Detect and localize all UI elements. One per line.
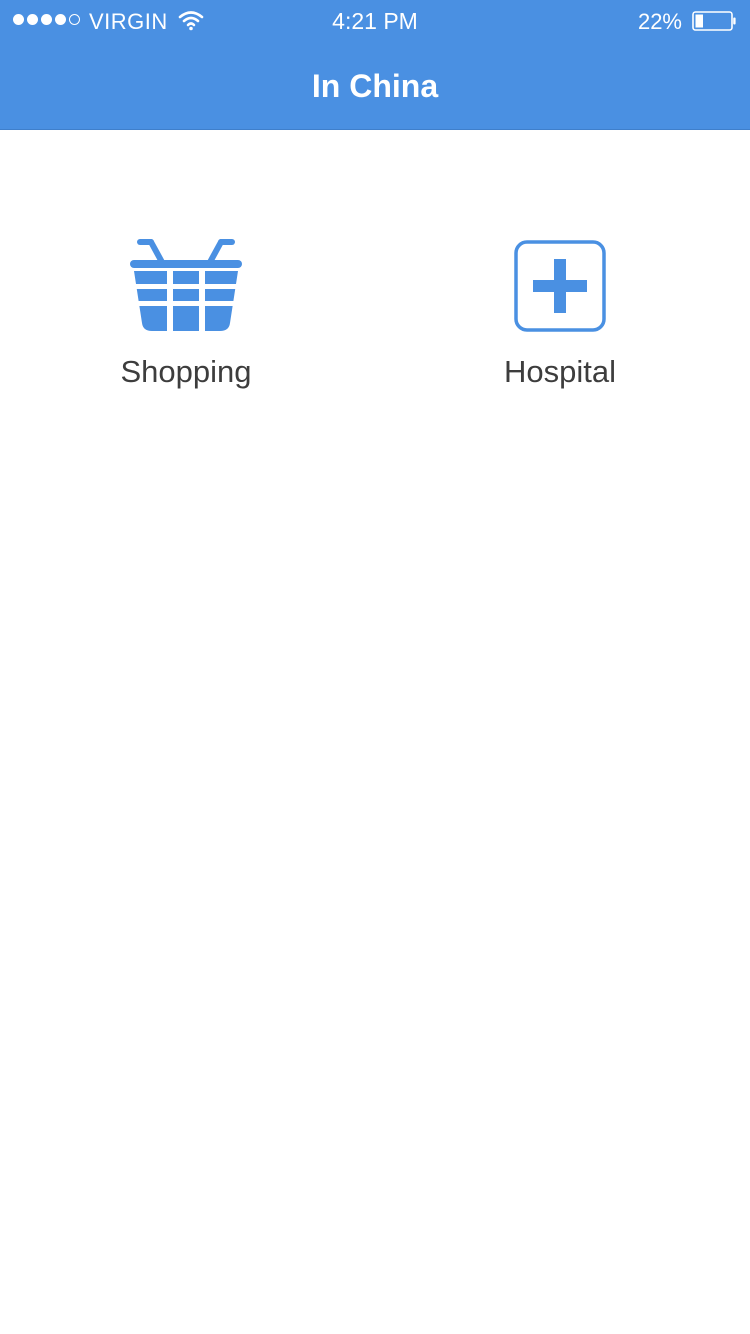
battery-icon: [692, 11, 736, 31]
navigation-header: VIRGIN 4:21 PM 22% In China: [0, 0, 750, 130]
shopping-label: Shopping: [120, 354, 252, 389]
hospital-menu-item[interactable]: Hospital: [430, 232, 690, 402]
shopping-menu-item[interactable]: Shopping: [56, 232, 316, 402]
status-bar: VIRGIN 4:21 PM 22%: [0, 0, 750, 40]
hospital-label: Hospital: [504, 354, 616, 389]
medical-cross-icon: [514, 240, 606, 332]
battery-percentage: 22%: [637, 9, 682, 34]
basket-icon: [130, 239, 242, 332]
page-title: In China: [311, 68, 439, 104]
